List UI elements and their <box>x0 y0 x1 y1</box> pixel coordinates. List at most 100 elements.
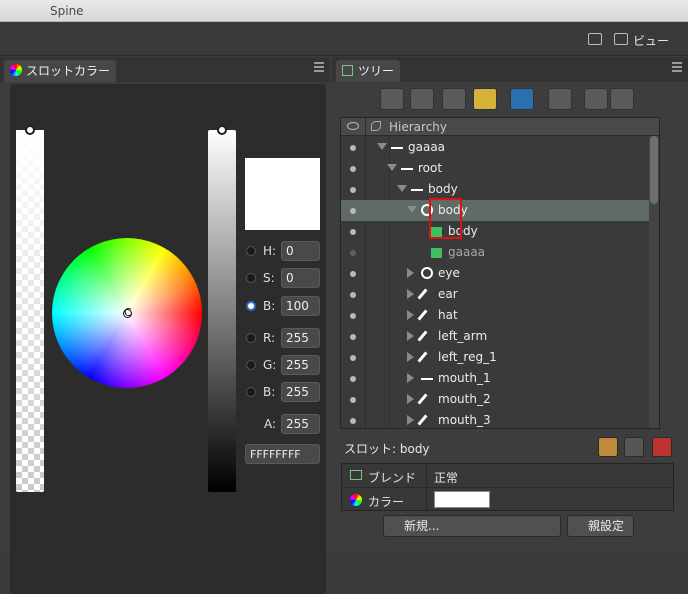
visibility-dot[interactable] <box>350 292 356 298</box>
tree-row[interactable]: body <box>341 200 659 221</box>
search-icon[interactable] <box>548 88 572 110</box>
color-key: カラー <box>368 495 405 509</box>
visibility-dot[interactable] <box>350 418 356 424</box>
hex-input[interactable]: FFFFFFFF <box>245 444 320 464</box>
expand-button[interactable] <box>610 88 634 110</box>
tree-row[interactable]: left_arm <box>341 326 659 347</box>
visibility-dot[interactable] <box>350 250 356 256</box>
tab-slot-color[interactable]: スロットカラー <box>4 60 117 82</box>
visibility-dot[interactable] <box>350 229 356 235</box>
field-brightness-input[interactable]: 100 <box>281 296 320 316</box>
expand-arrow-icon[interactable] <box>407 415 414 425</box>
field-r-input[interactable]: 255 <box>281 328 320 348</box>
visibility-icon[interactable] <box>347 122 359 130</box>
field-s-input[interactable]: 0 <box>281 268 320 288</box>
color-preview <box>245 158 320 230</box>
visibility-dot[interactable] <box>350 376 356 382</box>
filter-slots-button[interactable] <box>410 88 434 110</box>
collapse-arrow-icon[interactable] <box>387 164 397 171</box>
field-alpha-input[interactable]: 255 <box>281 414 320 434</box>
tree-row[interactable]: hat <box>341 305 659 326</box>
expand-arrow-icon[interactable] <box>407 394 414 404</box>
radio-g[interactable] <box>246 360 256 370</box>
tree-row[interactable]: body <box>341 179 659 200</box>
radio-blue[interactable] <box>246 387 256 397</box>
radio-s[interactable] <box>246 273 256 283</box>
filter-attachments-button[interactable] <box>442 88 466 110</box>
color-swatch[interactable] <box>434 491 490 508</box>
tree-row-label: gaaaa <box>408 140 446 154</box>
tree-row-label: root <box>418 161 443 175</box>
tree-row[interactable]: mouth_1 <box>341 368 659 389</box>
expand-arrow-icon[interactable] <box>407 310 414 320</box>
radio-h[interactable] <box>246 246 256 256</box>
field-h-input[interactable]: 0 <box>281 241 320 261</box>
bone-icon <box>421 378 433 380</box>
brightness-slider-knob[interactable] <box>217 125 227 135</box>
expand-arrow-icon[interactable] <box>407 331 414 341</box>
tree-row[interactable]: body <box>341 221 659 242</box>
brightness-slider[interactable] <box>208 125 236 492</box>
blend-select[interactable]: 正常 <box>434 469 458 486</box>
collapse-button[interactable] <box>584 88 608 110</box>
field-g-input[interactable]: 255 <box>281 355 320 375</box>
filter-bones-button[interactable] <box>380 88 404 110</box>
view-menu[interactable]: ビュー <box>633 32 669 49</box>
tree-scrollbar[interactable] <box>649 136 659 428</box>
scrollbar-thumb[interactable] <box>650 136 658 204</box>
visibility-dot[interactable] <box>350 187 356 193</box>
radio-brightness[interactable] <box>246 301 256 311</box>
panel-menu-icon[interactable] <box>672 62 682 72</box>
attachment-icon <box>431 248 442 258</box>
set-parent-button[interactable]: 親設定 <box>567 515 634 537</box>
visibility-dot[interactable] <box>350 145 356 151</box>
expand-arrow-icon[interactable] <box>407 352 414 362</box>
expand-arrow-icon[interactable] <box>407 373 414 383</box>
collapse-arrow-icon[interactable] <box>377 143 387 150</box>
tree-row[interactable]: root <box>341 158 659 179</box>
tree-row[interactable]: eye <box>341 263 659 284</box>
delete-icon[interactable] <box>652 437 672 457</box>
rename-icon[interactable] <box>624 437 644 457</box>
tree-row[interactable]: ear <box>341 284 659 305</box>
color-wheel-icon <box>350 494 362 506</box>
visibility-dot[interactable] <box>350 208 356 214</box>
collapse-arrow-icon[interactable] <box>397 185 407 192</box>
panel-menu-icon[interactable] <box>314 62 324 72</box>
new-button[interactable]: 新規... <box>383 515 561 537</box>
color-wheel[interactable]: C <box>52 238 202 388</box>
field-blue-input[interactable]: 255 <box>281 382 320 402</box>
expand-arrow-icon[interactable] <box>407 268 414 278</box>
visibility-dot[interactable] <box>350 334 356 340</box>
alpha-slider[interactable] <box>16 125 44 492</box>
focus-button[interactable] <box>510 88 534 110</box>
collapse-arrow-icon[interactable] <box>407 206 417 213</box>
tree-header: Hierarchy <box>341 118 659 136</box>
tree-row[interactable]: mouth_3 <box>341 410 659 428</box>
visibility-dot[interactable] <box>350 397 356 403</box>
paste-icon[interactable] <box>598 437 618 457</box>
alpha-slider-knob[interactable] <box>25 125 35 135</box>
tab-tree[interactable]: ツリー <box>336 60 401 82</box>
blend-icon <box>350 470 362 480</box>
visibility-dot[interactable] <box>350 271 356 277</box>
view-icon[interactable] <box>614 33 628 45</box>
tree-row[interactable]: gaaaa <box>341 242 659 263</box>
tree-icon <box>342 65 353 76</box>
tree-row[interactable]: left_reg_1 <box>341 347 659 368</box>
color-picker: C H: 0 S: 0 B: 100 R: 255 G: 255 B: 255 … <box>10 84 326 594</box>
filter-icon[interactable] <box>473 88 497 110</box>
brush-icon <box>417 288 428 300</box>
radio-r[interactable] <box>246 333 256 343</box>
field-s-label: S: <box>263 271 275 285</box>
window-layout-icon[interactable] <box>588 33 602 45</box>
blend-row: ブレンド 正常 <box>342 464 675 488</box>
tab-label: ツリー <box>358 64 395 78</box>
visibility-dot[interactable] <box>350 313 356 319</box>
visibility-dot[interactable] <box>350 355 356 361</box>
visibility-dot[interactable] <box>350 166 356 172</box>
tree-row[interactable]: mouth_2 <box>341 389 659 410</box>
expand-arrow-icon[interactable] <box>407 289 414 299</box>
key-icon[interactable] <box>371 121 381 131</box>
tree-row[interactable]: gaaaa <box>341 137 659 158</box>
